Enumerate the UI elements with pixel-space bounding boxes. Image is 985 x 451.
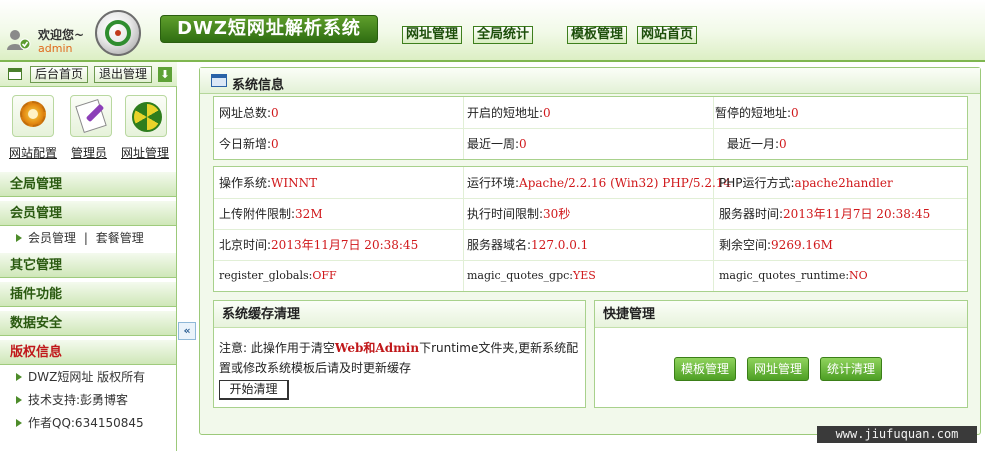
copyright-item: DWZ短网址 版权所有 — [16, 369, 145, 385]
free-space: 剩余空间:9269.16M — [719, 238, 833, 252]
quick-url-manage-label[interactable]: 网址管理 — [121, 144, 169, 161]
server-time: 服务器时间:2013年11月7日 20:38:45 — [719, 207, 931, 221]
quick-manage-panel: 快捷管理 模板管理 网址管理 统计清理 — [594, 300, 968, 408]
logout-button[interactable]: 退出管理 — [94, 66, 153, 83]
server-php-mode: PHP运行方式:apache2handler — [719, 176, 893, 190]
cache-cleanup-panel: 系统缓存清理 注意: 此操作用于清空Web和Admin下runtime文件夹,更… — [213, 300, 586, 408]
submenu-member-manage[interactable]: 会员管理 — [28, 231, 76, 245]
username: admin — [38, 42, 73, 55]
quick-panel-title: 快捷管理 — [595, 301, 967, 328]
arrow-right-icon — [16, 396, 22, 404]
menu-global-manage[interactable]: 全局管理 — [0, 171, 176, 197]
collapse-sidebar-button[interactable]: « — [178, 322, 196, 340]
window-icon — [211, 74, 227, 87]
stat-paused-urls: 暂停的短地址:0 — [715, 106, 799, 120]
server-runtime-env: 运行环境:Apache/2.2.16 (Win32) PHP/5.2.14 — [467, 176, 732, 190]
submenu-package-manage[interactable]: 套餐管理 — [96, 231, 144, 245]
stat-total-urls: 网址总数:0 — [219, 106, 279, 120]
admin-user-edit-icon[interactable] — [70, 95, 112, 137]
menu-plugin[interactable]: 插件功能 — [0, 281, 176, 307]
server-domain: 服务器域名:127.0.0.1 — [467, 238, 589, 252]
copyright-item: 技术支持:彭勇博客 — [16, 392, 128, 408]
arrow-right-icon — [16, 234, 22, 242]
nav-site-home[interactable]: 网站首页 — [637, 26, 698, 44]
welcome-text: 欢迎您~ — [38, 28, 85, 42]
menu-copyright[interactable]: 版权信息 — [0, 339, 176, 365]
magic-quotes-gpc: magic_quotes_gpc:YES — [467, 269, 596, 282]
target-logo-icon — [95, 10, 141, 56]
main-title-bar: 系统信息 — [200, 68, 980, 94]
menu-other-manage[interactable]: 其它管理 — [0, 252, 176, 278]
url-stats-box: 网址总数:0 开启的短地址:0 暂停的短地址:0 今日新增:0 最近一周:0 最… — [213, 96, 968, 160]
nav-url-manage[interactable]: 网址管理 — [402, 26, 463, 44]
stats-clear-button[interactable]: 统计清理 — [820, 357, 883, 381]
magic-quotes-runtime: magic_quotes_runtime:NO — [719, 269, 868, 282]
cache-panel-title: 系统缓存清理 — [214, 301, 585, 328]
stat-last-week: 最近一周:0 — [467, 137, 527, 151]
arrow-down-icon[interactable]: ⬇ — [158, 67, 172, 82]
nav-global-stats[interactable]: 全局统计 — [473, 26, 534, 44]
stat-today-new: 今日新增:0 — [219, 137, 279, 151]
quick-site-config-label[interactable]: 网站配置 — [9, 144, 57, 161]
url-manage-button[interactable]: 网址管理 — [747, 357, 810, 381]
cache-note: 注意: 此操作用于清空Web和Admin下runtime文件夹,更新系统配置或修… — [219, 341, 579, 375]
menu-data-security[interactable]: 数据安全 — [0, 310, 176, 336]
user-info: 欢迎您~ admin — [6, 20, 88, 56]
arrow-right-icon — [16, 373, 22, 381]
template-manage-button[interactable]: 模板管理 — [674, 357, 737, 381]
user-icon — [6, 28, 32, 52]
site-watermark: www.jiufuquan.com — [817, 426, 977, 443]
menu-member-manage[interactable]: 会员管理 — [0, 200, 176, 226]
start-cleanup-button[interactable]: 开始清理 — [219, 380, 289, 400]
member-submenu: 会员管理 | 套餐管理 — [16, 230, 144, 246]
admin-home-button[interactable]: 后台首页 — [30, 66, 89, 83]
header-bar: 欢迎您~ admin DWZ短网址解析系统 网址管理 全局统计 模板管理 网站首… — [0, 0, 985, 62]
site-config-gear-icon[interactable] — [12, 95, 54, 137]
server-os: 操作系统:WINNT — [219, 176, 318, 190]
url-manage-icon[interactable] — [125, 95, 167, 137]
server-exec-time: 执行时间限制:30秒 — [467, 207, 571, 221]
nav-template-manage[interactable]: 模板管理 — [567, 26, 628, 44]
copyright-owner: DWZ短网址 版权所有 — [28, 370, 146, 384]
copyright-item: 作者QQ:634150845 — [16, 415, 144, 431]
arrow-right-icon — [16, 419, 22, 427]
beijing-time: 北京时间:2013年11月7日 20:38:45 — [219, 238, 419, 252]
submenu-separator: | — [83, 231, 88, 245]
sidebar-toolbar: 后台首页 退出管理 ⬇ — [0, 62, 177, 87]
page-title: 系统信息 — [232, 78, 285, 93]
tech-support: 技术支持:彭勇博客 — [28, 393, 129, 407]
sidebar: 后台首页 退出管理 ⬇ 网站配置 管理员 网址管理 全局管理 会员管理 会员管理… — [0, 62, 177, 451]
stat-last-month: 最近一月:0 — [727, 137, 787, 151]
system-title: DWZ短网址解析系统 — [160, 15, 378, 43]
server-info-box: 操作系统:WINNT 运行环境:Apache/2.2.16 (Win32) PH… — [213, 166, 968, 292]
server-upload-limit: 上传附件限制:32M — [219, 207, 323, 221]
stat-enabled-urls: 开启的短地址:0 — [467, 106, 551, 120]
author-qq: 作者QQ:634150845 — [28, 416, 144, 430]
register-globals: register_globals:OFF — [219, 269, 337, 282]
main-panel: 系统信息 网址总数:0 开启的短地址:0 暂停的短地址:0 今日新增:0 最近一… — [199, 67, 981, 435]
quick-admin-label[interactable]: 管理员 — [71, 144, 107, 161]
calendar-icon — [8, 68, 22, 80]
